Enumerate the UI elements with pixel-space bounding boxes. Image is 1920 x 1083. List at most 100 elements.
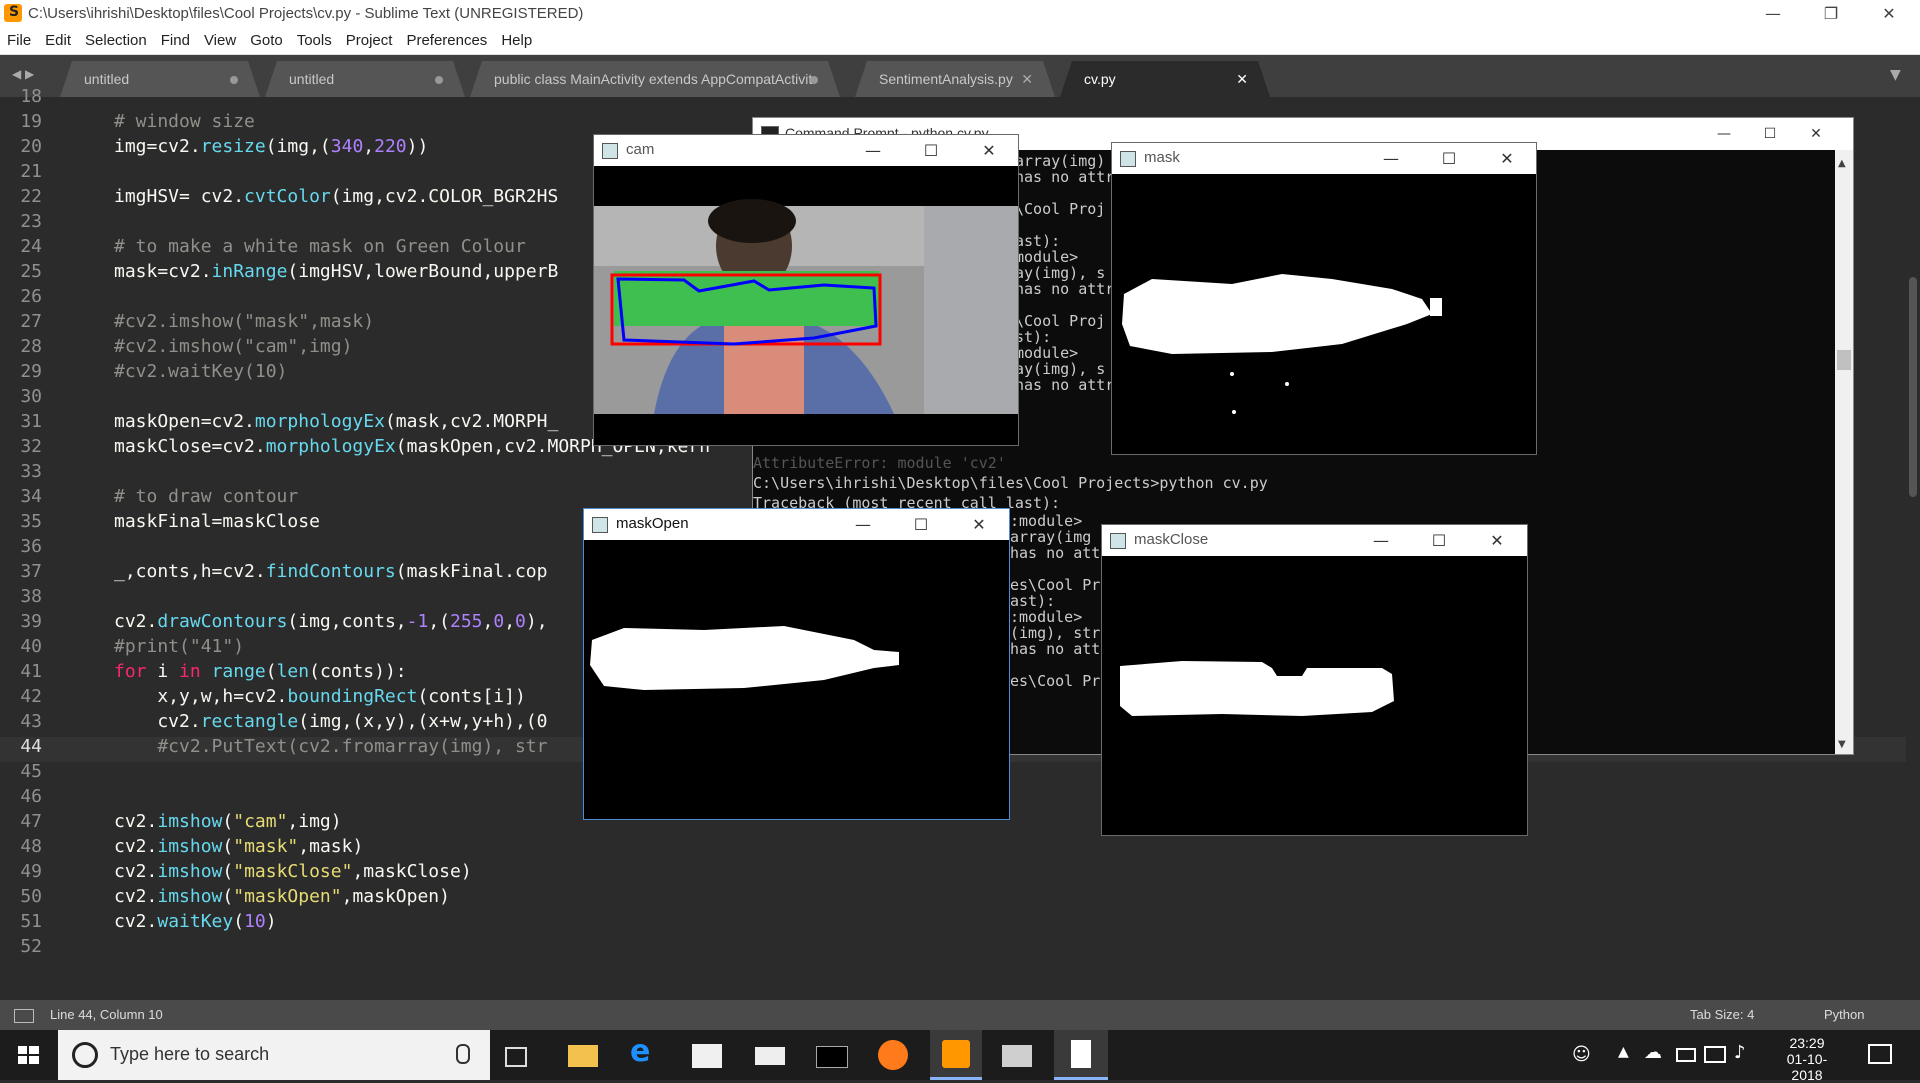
maximize-button[interactable]: ☐ (908, 135, 954, 166)
code: )) (406, 136, 429, 157)
syntax-mode[interactable]: Python (1824, 1000, 1864, 1030)
cmd-scrollbar[interactable]: ▲ ▼ (1835, 150, 1853, 754)
menu-preferences[interactable]: Preferences (399, 28, 494, 54)
close-button[interactable]: ✕ (966, 135, 1012, 166)
network-icon[interactable] (1704, 1046, 1726, 1063)
menu-edit[interactable]: Edit (38, 28, 78, 54)
tab-size[interactable]: Tab Size: 4 (1690, 1000, 1754, 1030)
close-button[interactable]: ✕ (1474, 525, 1520, 556)
menu-view[interactable]: View (197, 28, 243, 54)
menu-help[interactable]: Help (494, 28, 539, 54)
close-button[interactable]: ✕ (1484, 143, 1530, 174)
menu-find[interactable]: Find (154, 28, 197, 54)
restore-button[interactable]: ❐ (1802, 0, 1860, 28)
tab-untitled-1[interactable]: untitled (60, 61, 260, 97)
firefox-icon[interactable] (878, 1040, 908, 1070)
code-line-28: #cv2.imshow("cam",img) (114, 336, 352, 357)
action-center-icon[interactable] (1868, 1044, 1892, 1064)
cmd-scrollbar-thumb[interactable] (1837, 350, 1851, 370)
camera-frame (594, 166, 1018, 445)
line-number: 34 (20, 486, 42, 507)
code-kw: in (179, 661, 201, 682)
panel-toggle-icon[interactable] (14, 1009, 34, 1023)
menu-project[interactable]: Project (339, 28, 400, 54)
tab-mainactivity[interactable]: public class MainActivity extends AppCom… (470, 61, 840, 97)
line-number: 20 (20, 136, 42, 157)
close-button[interactable]: ✕ (1860, 0, 1918, 28)
minimize-button[interactable]: — (850, 135, 896, 166)
python-window-icon[interactable] (1002, 1045, 1032, 1067)
code-str: "mask" (233, 836, 299, 857)
tab-close-icon[interactable]: ✕ (1021, 61, 1033, 97)
code: x,y,w,h=cv2. (114, 686, 288, 707)
store-icon[interactable] (692, 1044, 722, 1068)
menu-goto[interactable]: Goto (243, 28, 290, 54)
mail-icon[interactable] (755, 1047, 785, 1065)
code: cv2. (114, 811, 158, 832)
cmd-close-button[interactable]: ✕ (1793, 118, 1839, 150)
comment: # to make a white mask on Green Colour (114, 236, 526, 257)
code: ( (222, 886, 234, 907)
microphone-icon[interactable] (456, 1044, 470, 1064)
onedrive-icon[interactable]: ☁ (1644, 1042, 1662, 1063)
maximize-button[interactable]: ☐ (1426, 143, 1472, 174)
line-number: 19 (20, 111, 42, 132)
code-line-49: cv2.imshow("maskClose",maskClose) (114, 861, 472, 882)
cortana-icon (72, 1042, 98, 1068)
code-kw: for (114, 661, 147, 682)
cmd-maximize-button[interactable]: ☐ (1747, 118, 1793, 150)
edge-browser-icon[interactable]: e (630, 1034, 660, 1069)
minimize-button[interactable]: — (1744, 0, 1802, 28)
editor-scrollbar[interactable] (1906, 97, 1920, 1000)
tab-close-icon[interactable]: ✕ (1236, 61, 1248, 97)
terminal-icon[interactable] (816, 1046, 848, 1068)
maximize-button[interactable]: ☐ (1416, 525, 1462, 556)
minimize-button[interactable]: — (840, 509, 886, 540)
minimize-button[interactable]: — (1368, 143, 1414, 174)
tab-untitled-2[interactable]: untitled (265, 61, 465, 97)
maximize-button[interactable]: ☐ (898, 509, 944, 540)
clock-time: 23:29 (1789, 1035, 1825, 1051)
code-line-43: cv2.rectangle(img,(x,y),(x+w,y+h),(0 (114, 711, 547, 732)
volume-icon[interactable]: ♪ (1734, 1042, 1746, 1063)
unsaved-dot-icon[interactable] (435, 76, 443, 84)
chevron-up-icon[interactable]: ▲ (1618, 1044, 1629, 1060)
sublime-taskbar-button[interactable] (930, 1030, 982, 1080)
code-line-34: # to draw contour (114, 486, 298, 507)
task-view-icon[interactable] (505, 1047, 527, 1067)
line-number: 48 (20, 836, 42, 857)
unsaved-dot-icon[interactable] (810, 76, 818, 84)
unsaved-dot-icon[interactable] (230, 76, 238, 84)
scroll-up-icon[interactable]: ▲ (1838, 158, 1846, 169)
clock[interactable]: 23:29 01-10-2018 (1772, 1035, 1842, 1083)
minimize-button[interactable]: — (1358, 525, 1404, 556)
code: cv2. (114, 711, 201, 732)
file-explorer-icon[interactable] (568, 1045, 598, 1067)
line-number: 51 (20, 911, 42, 932)
search-box[interactable]: Type here to search (58, 1030, 490, 1080)
menu-file[interactable]: File (0, 28, 38, 54)
code-line-41: for i in range(len(conts)): (114, 661, 407, 682)
start-button[interactable] (0, 1030, 58, 1080)
notepad-taskbar-button[interactable] (1054, 1030, 1108, 1080)
battery-icon[interactable] (1676, 1048, 1696, 1062)
mask-window[interactable]: mask — ☐ ✕ (1111, 142, 1537, 455)
code-fn: morphologyEx (254, 411, 385, 432)
cam-window[interactable]: cam — ☐ ✕ (593, 134, 1019, 446)
code-num: 10 (244, 911, 266, 932)
scroll-down-icon[interactable]: ▼ (1838, 739, 1846, 750)
people-icon[interactable]: ☺ (1572, 1044, 1591, 1065)
maskopen-window[interactable]: maskOpen — ☐ ✕ (583, 508, 1010, 820)
close-button[interactable]: ✕ (956, 509, 1002, 540)
notepad-icon (1071, 1040, 1091, 1068)
tab-sentimentanalysis[interactable]: SentimentAnalysis.py ✕ (855, 61, 1055, 97)
scrollbar-thumb[interactable] (1909, 277, 1917, 497)
code-line-35: maskFinal=maskClose (114, 511, 320, 532)
tab-nav-arrows-icon[interactable]: ◀ ▶ (12, 67, 34, 81)
menu-selection[interactable]: Selection (78, 28, 154, 54)
menu-tools[interactable]: Tools (290, 28, 339, 54)
cmd-minimize-button[interactable]: — (1701, 118, 1747, 150)
tab-list-chevron-down-icon[interactable]: ▼ (1890, 67, 1901, 83)
maskclose-window[interactable]: maskClose — ☐ ✕ (1101, 524, 1528, 836)
tab-cv-py[interactable]: cv.py ✕ (1060, 61, 1270, 97)
